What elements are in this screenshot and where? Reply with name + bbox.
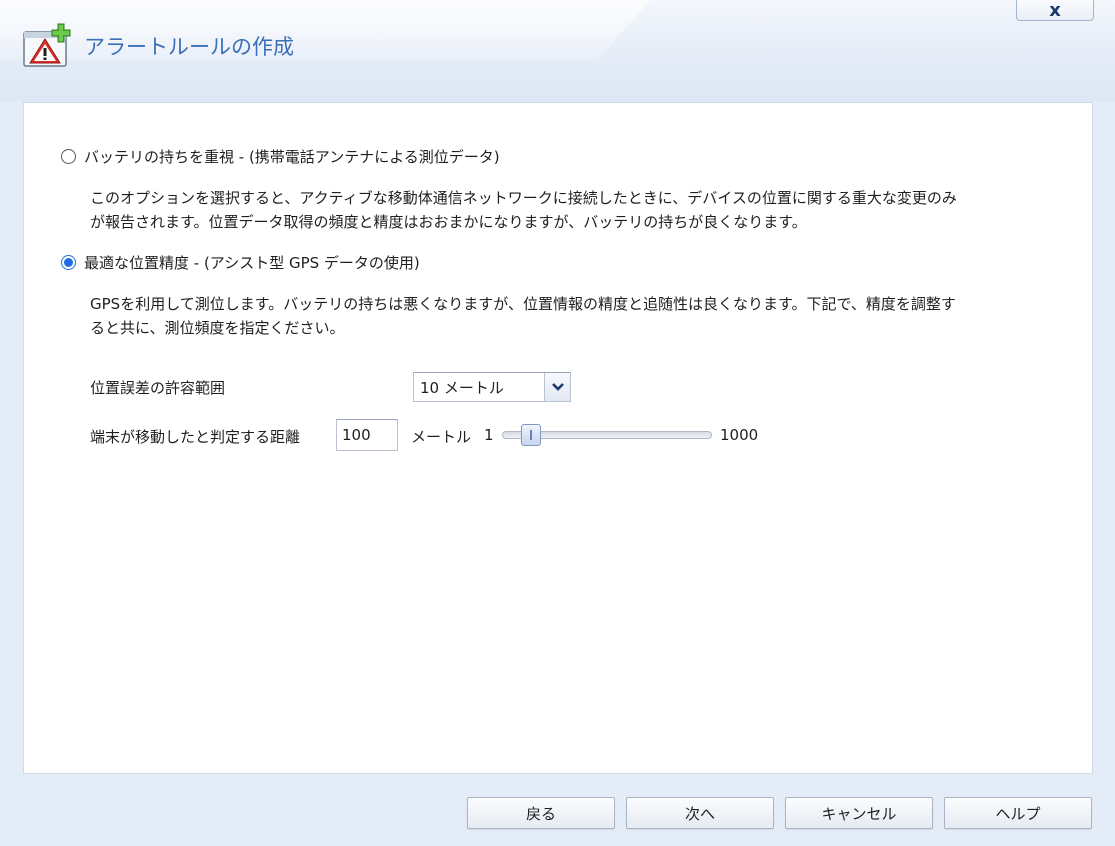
gps-radio[interactable]	[61, 255, 76, 270]
distance-unit: メートル	[411, 428, 472, 446]
help-button[interactable]: ヘルプ	[944, 797, 1092, 829]
slider-max-label: 1000	[720, 426, 759, 444]
battery-option-label: バッテリの持ちを重視 - (携帯電話アンテナによる測位データ)	[84, 148, 500, 166]
gps-option[interactable]: 最適な位置精度 - (アシスト型 GPS データの使用)	[61, 252, 420, 273]
slider-min-label: 1	[484, 426, 494, 444]
close-icon: x	[1049, 0, 1061, 21]
distance-input[interactable]	[336, 419, 398, 451]
battery-description-line: が報告されます。位置データ取得の頻度と精度はおおまかになりますが、バッテリの持ち…	[90, 213, 807, 231]
gps-description-line: ると共に、測位頻度を指定ください。	[90, 319, 345, 337]
distance-label: 端末が移動したと判定する距離	[90, 428, 301, 446]
dialog-title: アラートルールの作成	[84, 35, 294, 59]
battery-description: このオプションを選択すると、アクティブな移動体通信ネットワークに接続したときに、…	[90, 186, 957, 234]
gps-description: GPSを利用して測位します。バッテリの持ちは悪くなりますが、位置情報の精度と追随…	[90, 292, 956, 340]
distance-slider-thumb[interactable]	[521, 424, 541, 446]
close-button[interactable]: x	[1016, 0, 1094, 21]
chevron-down-icon[interactable]	[544, 373, 570, 401]
accuracy-select-value: 10 メートル	[420, 378, 504, 397]
next-button[interactable]: 次へ	[626, 797, 774, 829]
back-button[interactable]: 戻る	[467, 797, 615, 829]
accuracy-label: 位置誤差の許容範囲	[90, 379, 226, 397]
gps-description-line: GPSを利用して測位します。バッテリの持ちは悪くなりますが、位置情報の精度と追随…	[90, 295, 956, 313]
battery-radio[interactable]	[61, 149, 76, 164]
alert-add-icon	[23, 23, 71, 67]
battery-option[interactable]: バッテリの持ちを重視 - (携帯電話アンテナによる測位データ)	[61, 146, 500, 167]
battery-description-line: このオプションを選択すると、アクティブな移動体通信ネットワークに接続したときに、…	[90, 189, 957, 207]
gps-option-label: 最適な位置精度 - (アシスト型 GPS データの使用)	[84, 254, 420, 272]
cancel-button[interactable]: キャンセル	[785, 797, 933, 829]
accuracy-select[interactable]: 10 メートル	[413, 372, 571, 402]
